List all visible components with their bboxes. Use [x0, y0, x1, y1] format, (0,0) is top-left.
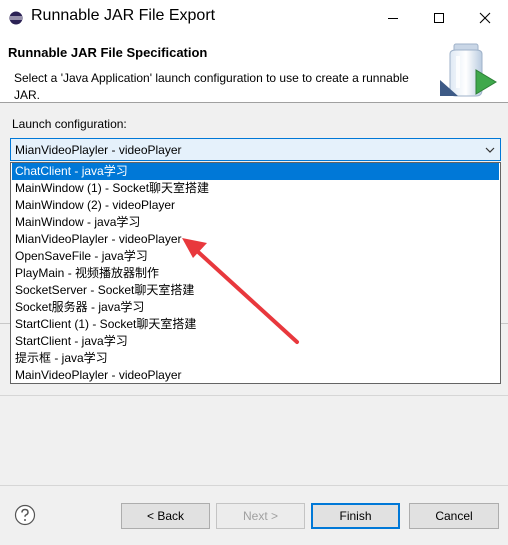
launch-configuration-combo[interactable]: MianVideoPlayler - videoPlayer [10, 138, 501, 161]
background-divider [501, 323, 508, 324]
dropdown-option[interactable]: Socket服务器 - java学习 [12, 299, 499, 316]
dropdown-option[interactable]: ChatClient - java学习 [12, 163, 499, 180]
finish-button[interactable]: Finish [311, 503, 400, 529]
button-bar-divider [0, 485, 508, 486]
combo-selected-value: MianVideoPlayler - videoPlayer [15, 143, 182, 157]
jar-export-icon [440, 43, 497, 97]
cancel-button[interactable]: Cancel [409, 503, 499, 529]
launch-configuration-label: Launch configuration: [12, 117, 127, 131]
dropdown-option[interactable]: MainVideoPlayler - videoPlayer [12, 367, 499, 384]
close-button[interactable] [462, 0, 508, 36]
dropdown-option[interactable]: SocketServer - Socket聊天室搭建 [12, 282, 499, 299]
dropdown-option[interactable]: StartClient (1) - Socket聊天室搭建 [12, 316, 499, 333]
dropdown-option[interactable]: StartClient - java学习 [12, 333, 499, 350]
page-description: Select a 'Java Application' launch confi… [14, 71, 409, 102]
back-button[interactable]: < Back [121, 503, 210, 529]
dropdown-option[interactable]: 提示框 - java学习 [12, 350, 499, 367]
dropdown-option[interactable]: MainWindow (2) - videoPlayer [12, 197, 499, 214]
header-divider [0, 102, 508, 103]
launch-configuration-dropdown-list: ChatClient - java学习 MainWindow (1) - Soc… [10, 162, 501, 384]
chevron-down-icon [485, 147, 495, 153]
minimize-button[interactable] [370, 0, 416, 36]
close-icon [479, 12, 491, 24]
window-title: Runnable JAR File Export [31, 7, 216, 24]
dropdown-option[interactable]: MainWindow (1) - Socket聊天室搭建 [12, 180, 499, 197]
dropdown-option[interactable]: MainWindow - java学习 [12, 214, 499, 231]
maximize-button[interactable] [416, 0, 462, 36]
wizard-header: Runnable JAR File Specification Select a… [0, 36, 508, 102]
page-title: Runnable JAR File Specification [8, 45, 208, 60]
next-button[interactable]: Next > [216, 503, 305, 529]
maximize-icon [434, 13, 444, 23]
title-bar: Runnable JAR File Export [0, 0, 508, 36]
minimize-icon [388, 18, 398, 19]
background-divider [0, 395, 508, 396]
dropdown-option[interactable]: PlayMain - 视频播放器制作 [12, 265, 499, 282]
help-icon[interactable] [14, 504, 36, 526]
dropdown-option[interactable]: MianVideoPlayler - videoPlayer [12, 231, 499, 248]
eclipse-icon [9, 11, 23, 25]
background-divider [0, 323, 10, 324]
dropdown-option[interactable]: OpenSaveFile - java学习 [12, 248, 499, 265]
